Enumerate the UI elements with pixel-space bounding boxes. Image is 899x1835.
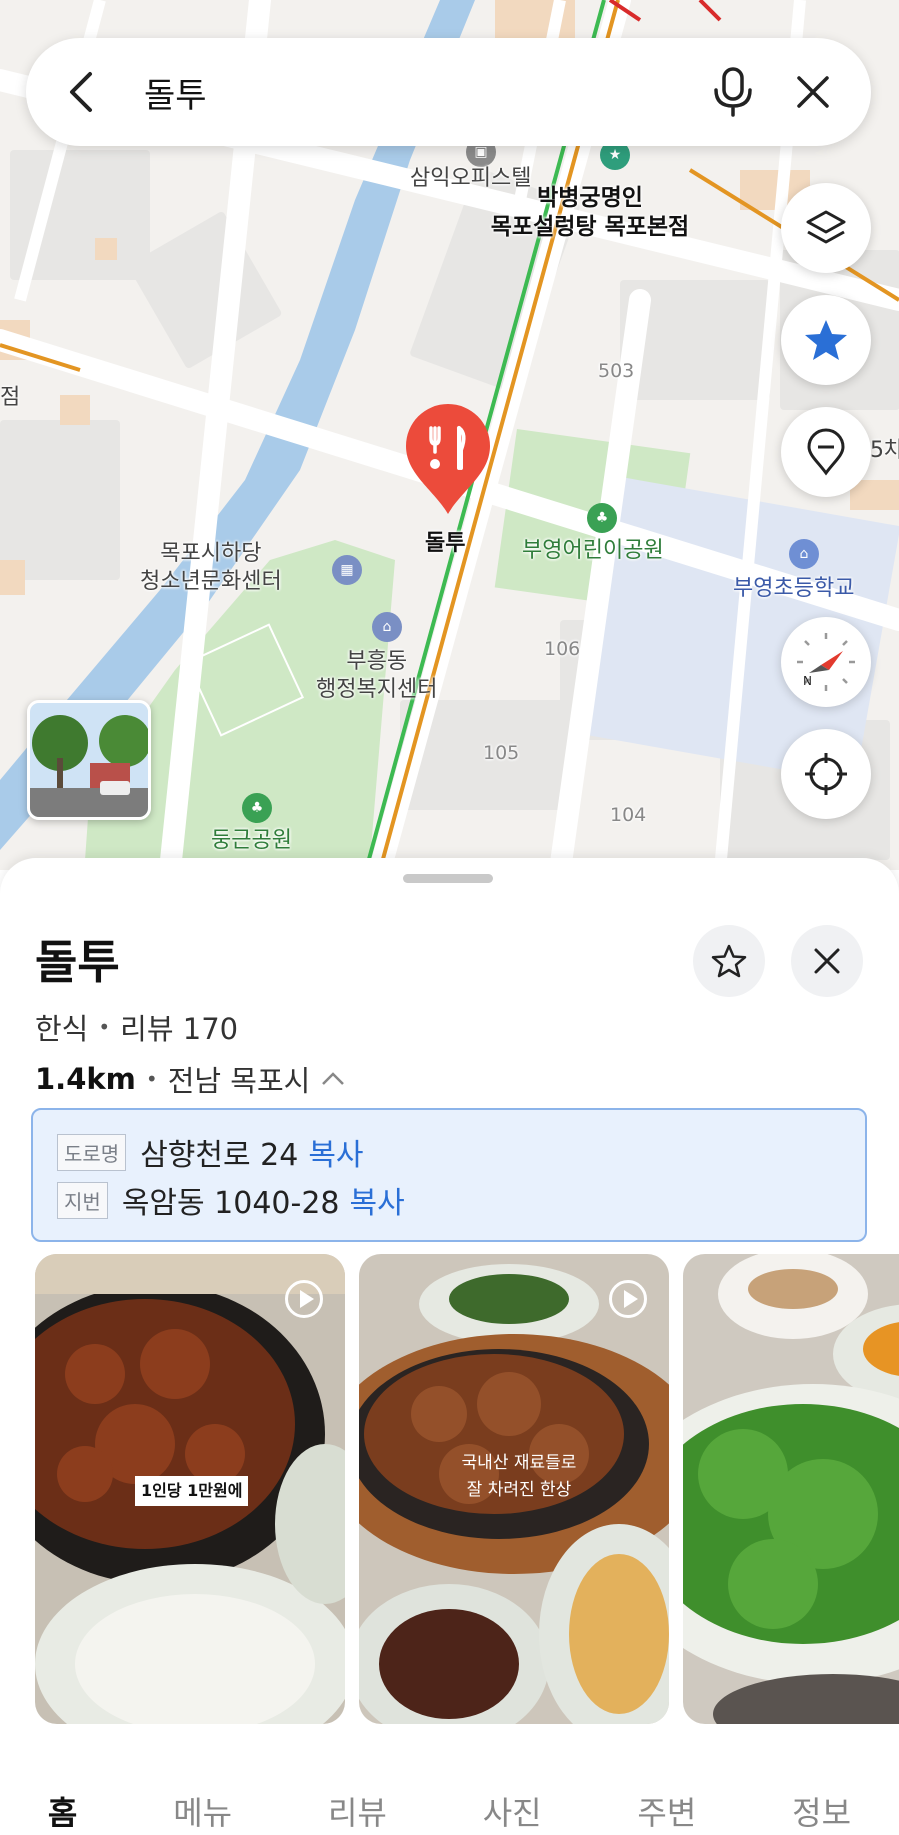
favorites-button[interactable]: [781, 295, 871, 385]
pin-label: 돌투: [425, 531, 466, 556]
photo-item[interactable]: 국내산 재료들로 잘 차려진 한상: [359, 1254, 669, 1724]
back-button[interactable]: [56, 67, 106, 117]
star-filled-icon: [805, 320, 847, 360]
road-address-tag: 도로명: [57, 1133, 127, 1171]
road-address-row: 도로명 삼향천로 24 복사: [57, 1128, 841, 1176]
park-tree-icon: ♣: [242, 793, 272, 823]
microphone-icon: [714, 67, 752, 117]
chevron-left-icon: [70, 72, 92, 112]
separator-dot: •: [98, 1015, 111, 1039]
map-label-line: 목포시하당: [160, 541, 262, 566]
map-layers-button[interactable]: [781, 183, 871, 273]
voice-search-button[interactable]: [705, 64, 761, 120]
distance-label: 1.4km: [35, 1062, 136, 1096]
place-detail-sheet[interactable]: 돌투 한식 • 리뷰 170 1.4km • 전남 목포시 도로명 삼향천로 2…: [0, 858, 899, 1835]
location-pin-icon: [807, 428, 845, 476]
restaurant-pin-icon: [406, 404, 490, 514]
layers-icon: [806, 210, 846, 244]
map-label-line: 부흥동: [346, 649, 408, 674]
svg-text:N: N: [803, 674, 812, 688]
map-label: 105: [483, 742, 520, 764]
search-bar[interactable]: 돌투: [26, 38, 871, 146]
map-label: 5차: [870, 438, 899, 463]
tab-nearby[interactable]: 주변: [637, 1788, 696, 1835]
office-icon: ⌂: [372, 612, 402, 642]
close-sheet-button[interactable]: [791, 925, 863, 997]
map-label: 점: [0, 385, 21, 410]
compass-button[interactable]: N: [781, 617, 871, 707]
sheet-drag-handle[interactable]: [403, 874, 493, 883]
street-view-thumbnail[interactable]: [27, 700, 151, 820]
photo-caption: 국내산 재료들로 잘 차려진 한상: [439, 1450, 599, 1504]
map-label-line: 행정복지센터: [316, 676, 438, 702]
place-title: 돌투: [35, 935, 120, 989]
map-view[interactable]: ▣ ★ ♣ ⌂ ▦ ⌂ ♣ 삼익오피스텔 박병궁명인 목포설렁탕 목포본점 점 …: [0, 0, 899, 870]
close-icon: [814, 948, 840, 974]
food-photo: [683, 1254, 899, 1724]
place-meta: 한식 • 리뷰 170: [35, 1006, 238, 1048]
photo-caption-line: 국내산 재료들로: [461, 1453, 577, 1473]
photo-item[interactable]: [683, 1254, 899, 1724]
close-icon: [797, 76, 829, 108]
current-location-button[interactable]: [781, 729, 871, 819]
tab-reviews[interactable]: 리뷰: [328, 1788, 387, 1835]
map-label: 106: [544, 638, 581, 660]
map-label[interactable]: 박병궁명인 목포설렁탕 목포본점: [491, 184, 790, 242]
tab-home[interactable]: 홈: [48, 1788, 77, 1835]
lot-address: 옥암동 1040-28: [121, 1186, 340, 1221]
copy-lot-address-button[interactable]: 복사: [350, 1178, 405, 1222]
star-outline-icon: [711, 944, 747, 978]
photo-caption: 1인당 1만원에: [135, 1476, 249, 1506]
region-label: 전남 목포시: [167, 1064, 311, 1098]
photo-carousel[interactable]: 1인당 1만원에 국내산 재료들로 잘 차려진 한상: [35, 1254, 899, 1724]
tab-info[interactable]: 정보: [792, 1788, 851, 1835]
map-label: 부영초등학교: [733, 576, 855, 601]
school-icon: ⌂: [789, 539, 819, 569]
building-icon: ▦: [332, 555, 362, 585]
road-address: 삼향천로 24: [140, 1138, 299, 1173]
lot-address-row: 지번 옥암동 1040-28 복사: [57, 1176, 841, 1224]
save-place-button[interactable]: [693, 925, 765, 997]
map-label: 부흥동 행정복지센터: [316, 648, 437, 703]
map-label: 부영어린이공원: [522, 538, 664, 563]
map-label: 목포시하당 청소년문화센터: [140, 540, 282, 595]
tab-menu[interactable]: 메뉴: [173, 1788, 232, 1835]
crosshair-icon: [805, 753, 847, 795]
copy-road-address-button[interactable]: 복사: [308, 1130, 363, 1174]
place-pin[interactable]: [404, 404, 492, 516]
separator-dot: •: [145, 1067, 158, 1091]
map-label-line: 목포설렁탕 목포본점: [490, 213, 690, 240]
map-label-line: 청소년문화센터: [140, 568, 282, 594]
video-play-icon: [285, 1280, 323, 1318]
detail-tabs: 홈 메뉴 리뷰 사진 주변 정보: [0, 1788, 899, 1835]
lot-address-tag: 지번: [57, 1181, 108, 1219]
search-query[interactable]: 돌투: [144, 68, 681, 117]
map-label-line: 박병궁명인: [537, 185, 643, 211]
location-meta[interactable]: 1.4km • 전남 목포시: [35, 1058, 346, 1100]
street-view-image: [30, 703, 148, 817]
chevron-up-icon: [322, 1072, 345, 1085]
my-place-button[interactable]: [781, 407, 871, 497]
category-label: 한식: [35, 1012, 89, 1046]
address-panel: 도로명 삼향천로 24 복사 지번 옥암동 1040-28 복사: [31, 1108, 867, 1242]
video-play-icon: [609, 1280, 647, 1318]
map-label: 503: [598, 360, 635, 382]
photo-item[interactable]: 1인당 1만원에: [35, 1254, 345, 1724]
compass-icon: N: [797, 633, 855, 691]
photo-caption-line: 잘 차려진 한상: [466, 1480, 572, 1501]
review-count[interactable]: 리뷰 170: [120, 1006, 238, 1048]
map-label: 104: [610, 804, 647, 826]
tab-photos[interactable]: 사진: [483, 1788, 542, 1835]
clear-search-button[interactable]: [785, 64, 841, 120]
map-label: 둥근공원: [211, 828, 292, 853]
park-tree-icon: ♣: [587, 503, 617, 533]
